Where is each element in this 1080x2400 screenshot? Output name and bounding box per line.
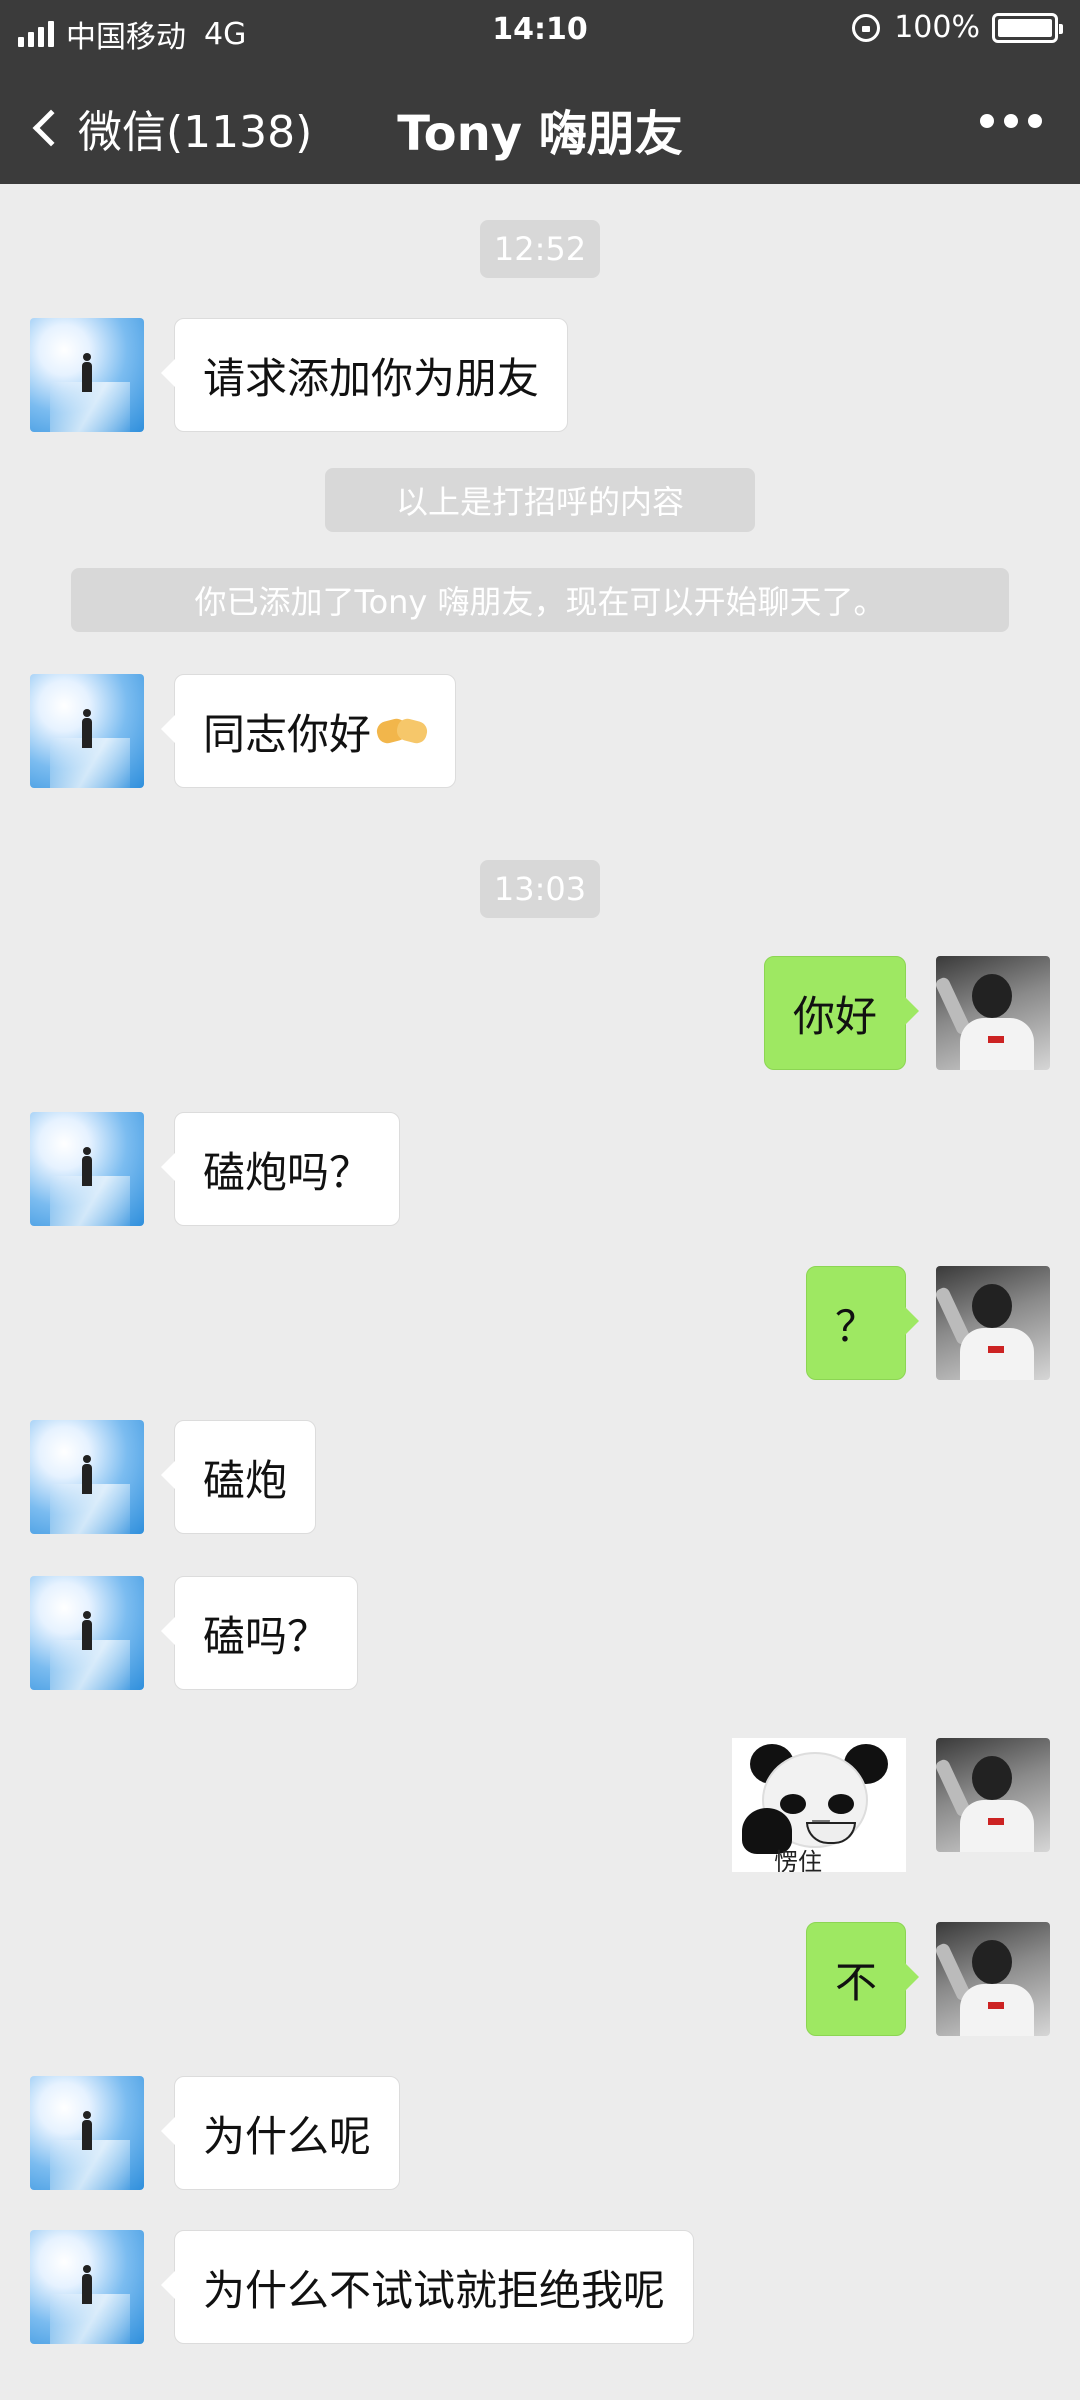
timestamp: 12:52 xyxy=(480,220,600,278)
chat-title: Tony 嗨朋友 xyxy=(397,106,683,162)
sticker-eye xyxy=(780,1794,806,1814)
more-dot xyxy=(1004,114,1018,128)
panda-meme-sticker[interactable]: 愣住 xyxy=(732,1738,906,1872)
friend-message-bubble[interactable]: 磕炮吗？ xyxy=(160,1112,401,1226)
wechat-chat-screen: 中国移动 4G 14:10 100% 微信(1138) Tony 嗨朋友 12:… xyxy=(0,0,1080,2400)
system-notice: 以上是打招呼的内容 xyxy=(325,468,755,532)
battery-percent: 100% xyxy=(894,10,980,45)
my-avatar[interactable] xyxy=(936,956,1050,1070)
friend-message-bubble[interactable]: 磕炮 xyxy=(160,1420,317,1534)
friend-message-bubble[interactable]: 为什么呢 xyxy=(160,2076,401,2190)
my-avatar[interactable] xyxy=(936,1266,1050,1380)
friend-avatar[interactable] xyxy=(30,1576,144,1690)
battery-icon xyxy=(992,12,1063,43)
my-message-bubble[interactable]: 不 xyxy=(805,1922,920,2036)
chat-area[interactable]: 12:52 请求添加你为朋友 以上是打招呼的内容 你已添加了Tony 嗨朋友，现… xyxy=(0,184,1080,2400)
message-text: 同志你好 xyxy=(203,709,372,759)
friend-avatar[interactable] xyxy=(30,2230,144,2344)
nav-bar: 微信(1138) Tony 嗨朋友 xyxy=(0,60,1080,184)
system-notice: 你已添加了Tony 嗨朋友，现在可以开始聊天了。 xyxy=(71,568,1009,632)
sticker-caption: 愣住 xyxy=(774,1848,822,1872)
more-dots-icon xyxy=(980,114,994,128)
status-right: 100% xyxy=(852,10,1063,45)
more-button[interactable] xyxy=(980,114,1042,128)
friend-message-bubble[interactable]: 同志你好 xyxy=(160,674,457,788)
orientation-lock-icon xyxy=(852,13,881,42)
more-dot xyxy=(1028,114,1042,128)
my-avatar[interactable] xyxy=(936,1738,1050,1852)
handshake-emoji-icon xyxy=(374,714,430,748)
friend-avatar[interactable] xyxy=(30,1420,144,1534)
friend-message-bubble[interactable]: 请求添加你为朋友 xyxy=(160,318,569,432)
friend-avatar[interactable] xyxy=(30,318,144,432)
friend-avatar[interactable] xyxy=(30,674,144,788)
my-message-bubble[interactable]: 你好 xyxy=(763,956,920,1070)
my-message-bubble[interactable]: ？ xyxy=(805,1266,920,1380)
friend-message-bubble[interactable]: 磕吗？ xyxy=(160,1576,359,1690)
friend-avatar[interactable] xyxy=(30,1112,144,1226)
friend-message-bubble[interactable]: 为什么不试试就拒绝我呢 xyxy=(160,2230,695,2344)
timestamp: 13:03 xyxy=(480,860,600,918)
status-bar: 中国移动 4G 14:10 100% xyxy=(0,0,1080,60)
sticker-eye xyxy=(828,1794,854,1814)
my-avatar[interactable] xyxy=(936,1922,1050,2036)
friend-avatar[interactable] xyxy=(30,2076,144,2190)
